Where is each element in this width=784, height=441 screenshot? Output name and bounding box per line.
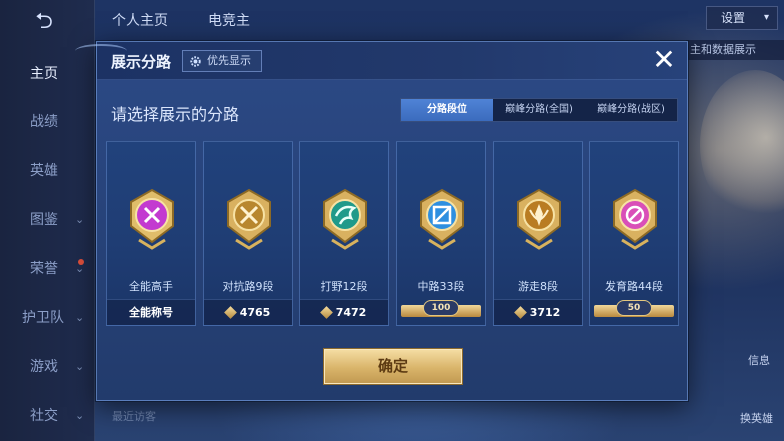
gear-icon xyxy=(190,56,201,67)
settings-label: 设置 xyxy=(721,11,746,25)
rank-number: 100 xyxy=(423,300,459,316)
sidebar-item-label: 社交 xyxy=(30,408,58,424)
points-icon xyxy=(513,306,527,319)
settings-dropdown[interactable]: 设置 ▾ xyxy=(706,6,778,30)
chevron-down-icon: ⌄ xyxy=(75,262,85,275)
sidebar-item-social[interactable]: 社交 ⌄ xyxy=(0,400,95,432)
sidebar-item-honor[interactable]: 荣誉 ⌄ xyxy=(0,253,95,285)
lane-type-tabs: 分路段位 巅峰分路(全国) 巅峰分路(战区) xyxy=(400,98,678,122)
tab-esports[interactable]: 电竞主 xyxy=(208,8,250,34)
sidebar-item-label: 英雄 xyxy=(30,163,58,179)
chevron-down-icon: ⌄ xyxy=(75,409,85,422)
sidebar-item-record[interactable]: 战绩 xyxy=(0,106,95,138)
lane-foot-value: 7472 xyxy=(335,306,367,319)
dialog-subtitle: 请选择展示的分路 xyxy=(111,105,240,124)
sidebar-item-label: 图鉴 xyxy=(30,212,58,228)
chevron-down-icon: ⌄ xyxy=(75,213,85,226)
lane-points: 7472 xyxy=(300,299,388,325)
chevron-down-icon: ⌄ xyxy=(75,311,85,324)
lane-name: 全能高手 xyxy=(129,280,173,293)
lane-name: 发育路44段 xyxy=(605,280,663,293)
priority-label: 优先显示 xyxy=(207,54,251,67)
lane-points: 3712 xyxy=(494,299,582,325)
all-round-badge-icon xyxy=(130,188,174,250)
roam-badge-icon xyxy=(517,188,561,250)
lane-display-dialog: 展示分路 优先显示 ✕ 请选择展示的分路 分路段位 巅峰分路(全国) 巅峰分路(… xyxy=(75,41,688,401)
points-icon xyxy=(319,306,333,319)
points-icon xyxy=(223,306,237,319)
sidebar-item-label: 荣誉 xyxy=(30,261,58,277)
lane-rank-scroll: 50 xyxy=(590,299,678,325)
close-icon[interactable]: ✕ xyxy=(649,46,679,76)
lane-rank-scroll: 100 xyxy=(397,299,485,325)
sidebar-item-label: 游戏 xyxy=(30,359,58,375)
sidebar-item-codex[interactable]: 图鉴 ⌄ xyxy=(0,204,95,236)
lane-card-all-round[interactable]: 全能高手 全能称号 xyxy=(106,141,196,326)
lane-card-farm[interactable]: 发育路44段 50 xyxy=(589,141,679,326)
sidebar-item-label: 护卫队 xyxy=(22,310,64,326)
dialog-header: 展示分路 优先显示 ✕ xyxy=(75,42,687,80)
sidebar-item-home[interactable]: 主页 xyxy=(0,58,95,90)
confirm-button[interactable]: 确定 xyxy=(324,349,462,384)
sidebar-item-games[interactable]: 游戏 ⌄ xyxy=(0,351,95,383)
chevron-down-icon: ▾ xyxy=(763,12,769,23)
lane-card-mid[interactable]: 中路33段 100 xyxy=(396,141,486,326)
sidebar-item-guard[interactable]: 护卫队 ⌄ xyxy=(0,302,95,334)
tab-lane-rank[interactable]: 分路段位 xyxy=(401,99,493,121)
tab-profile[interactable]: 个人主页 xyxy=(112,8,168,34)
jungle-badge-icon xyxy=(323,188,367,250)
lane-points: 4765 xyxy=(204,299,292,325)
lane-foot-value: 4765 xyxy=(239,306,271,319)
lane-name: 中路33段 xyxy=(417,280,465,293)
data-display-link[interactable]: 主和数据展示 xyxy=(686,40,784,60)
lane-name: 游走8段 xyxy=(518,280,558,293)
chevron-down-icon: ⌄ xyxy=(75,360,85,373)
tab-peak-national[interactable]: 巅峰分路(全国) xyxy=(493,99,585,121)
lane-foot-value: 3712 xyxy=(529,306,561,319)
lane-name: 对抗路9段 xyxy=(222,280,274,293)
tab-peak-region[interactable]: 巅峰分路(战区) xyxy=(585,99,677,121)
rank-number: 50 xyxy=(616,300,652,316)
lane-foot-value: 全能称号 xyxy=(129,306,173,319)
lane-name: 打野12段 xyxy=(320,280,368,293)
sidebar-item-label: 战绩 xyxy=(30,114,58,130)
lane-card-roam[interactable]: 游走8段 3712 xyxy=(493,141,583,326)
change-hero-button[interactable]: 换英雄 xyxy=(740,410,773,426)
lane-card-jungle[interactable]: 打野12段 7472 xyxy=(299,141,389,326)
sidebar-item-heroes[interactable]: 英雄 xyxy=(0,155,95,187)
sidebar-item-label: 主页 xyxy=(30,66,58,82)
lane-card-clash[interactable]: 对抗路9段 4765 xyxy=(203,141,293,326)
farm-lane-badge-icon xyxy=(613,188,657,250)
priority-display-button[interactable]: 优先显示 xyxy=(182,50,262,72)
back-arrow-icon[interactable]: ⮌ xyxy=(22,10,66,34)
info-button[interactable]: 信息 xyxy=(748,352,770,368)
sidebar: ⮌ 主页 战绩 英雄 图鉴 ⌄ 荣誉 ⌄ 护卫队 ⌄ 游戏 ⌄ 社交 ⌄ xyxy=(0,0,95,441)
lane-title-text: 全能称号 xyxy=(107,299,195,325)
clash-lane-badge-icon xyxy=(227,188,271,250)
mid-lane-badge-icon xyxy=(420,188,464,250)
dialog-title: 展示分路 xyxy=(111,53,172,71)
recent-visitors[interactable]: 最近访客 xyxy=(112,408,156,424)
